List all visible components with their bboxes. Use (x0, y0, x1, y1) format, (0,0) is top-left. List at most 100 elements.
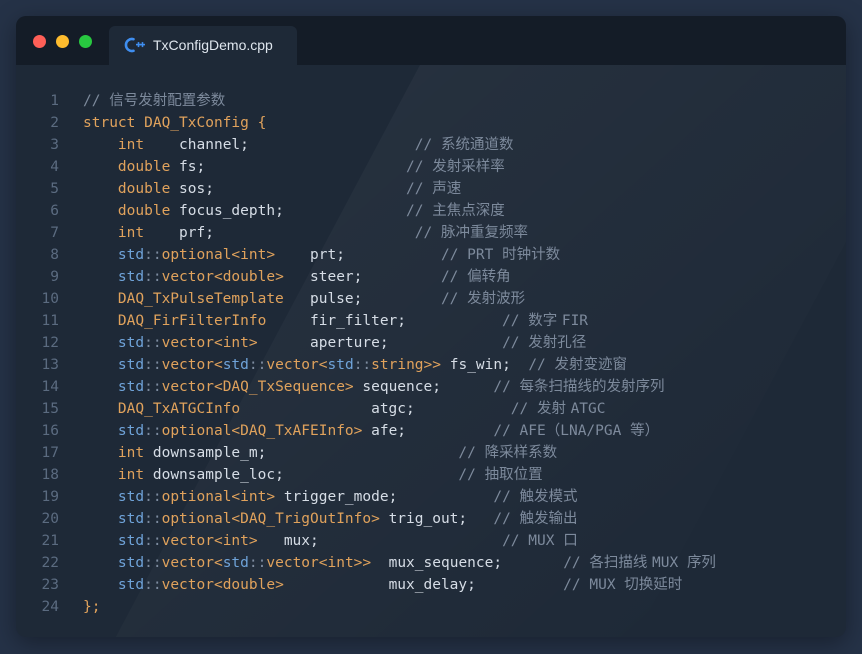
code-token: std (222, 357, 249, 373)
code-token: :: (144, 577, 162, 593)
code-text: std::vector<std::vector<int>> mux_sequen… (83, 552, 716, 574)
code-text: std::vector<int> aperture; // 发射孔径 (83, 332, 586, 354)
code-line: 19 std::optional<int> trigger_mode; // 触… (16, 486, 846, 508)
code-text: DAQ_TxATGCInfo atgc; // 发射 ATGC (83, 398, 606, 420)
code-line: 10 DAQ_TxPulseTemplate pulse; // 发射波形 (16, 288, 846, 310)
code-token: vector<int>> (266, 555, 372, 571)
code-token: 切换延时 (624, 577, 683, 593)
code-token: trig_out; (379, 511, 494, 527)
close-window-button[interactable] (33, 35, 46, 48)
code-token: std (222, 555, 249, 571)
code-token: // (440, 291, 468, 307)
code-token: // (406, 159, 433, 175)
code-token: :: (144, 247, 162, 263)
code-token: DAQ_TxPulseTemplate (117, 291, 284, 307)
code-token: 数字 (528, 313, 562, 329)
code-token: int (117, 467, 145, 483)
code-text: int prf; // 脉冲重复频率 (83, 222, 528, 244)
line-number: 17 (41, 445, 59, 461)
code-token: vector< (161, 555, 223, 571)
line-number: 24 (41, 599, 59, 615)
code-token: PRT (467, 247, 503, 263)
line-number: 2 (50, 115, 59, 131)
code-token: 每条扫描线的发射序列 (519, 379, 665, 395)
code-text: DAQ_TxPulseTemplate pulse; // 发射波形 (83, 288, 525, 310)
code-line: 4 double fs; // 发射采样率 (16, 156, 846, 178)
code-token: std (117, 335, 145, 351)
editor-window: TxConfigDemo.cpp 1 // 信号发射配置参数 2 struct DAQ… (16, 16, 846, 637)
tab-filename: TxConfigDemo.cpp (153, 37, 273, 53)
code-token: :: (144, 555, 162, 571)
code-token: :: (144, 423, 162, 439)
code-token: double (117, 159, 171, 175)
code-line: 14 std::vector<DAQ_TxSequence> sequence;… (16, 376, 846, 398)
line-number: 6 (50, 203, 59, 219)
code-token: mux_delay; (283, 577, 564, 593)
code-token: // (502, 313, 529, 329)
code-area[interactable]: 1 // 信号发射配置参数 2 struct DAQ_TxConfig {3 int … (16, 90, 846, 618)
code-token: // (458, 467, 485, 483)
code-token: std (117, 555, 145, 571)
code-token: MUX (528, 533, 564, 549)
code-token: 主焦点深度 (432, 203, 505, 219)
code-token: string>> (371, 357, 441, 373)
code-token: // (502, 335, 529, 351)
code-text: std::vector<double> mux_delay; // MUX 切换… (83, 574, 682, 596)
code-token: 脉冲重复频率 (440, 225, 528, 241)
file-tab[interactable]: TxConfigDemo.cpp (109, 26, 297, 65)
code-text: }; (83, 596, 100, 618)
line-number: 5 (50, 181, 59, 197)
line-number: 22 (41, 555, 59, 571)
code-text: int channel; // 系统通道数 (83, 134, 514, 156)
code-token: 系统通道数 (440, 137, 514, 153)
code-line: 2 struct DAQ_TxConfig { (16, 112, 846, 134)
code-line: 9 std::vector<double> steer; // 偏转角 (16, 266, 846, 288)
code-token: MUX (652, 555, 687, 571)
code-token: }; (83, 599, 101, 615)
code-token: fir_filter; (266, 313, 503, 329)
code-line: 3 int channel; // 系统通道数 (16, 134, 846, 156)
code-token: // (493, 489, 520, 505)
code-token: aperture; (257, 335, 503, 351)
code-text: int downsample_loc; // 抽取位置 (83, 464, 543, 486)
code-token: downsample_loc; (144, 467, 459, 483)
code-token: :: (144, 489, 162, 505)
code-token: mux_sequence; (371, 555, 564, 571)
code-token: // (440, 269, 468, 285)
line-number: 20 (41, 511, 59, 527)
code-token: int (117, 225, 145, 241)
code-token: 发射变迹窗 (554, 357, 628, 373)
code-line: 21 std::vector<int> mux; // MUX 口 (16, 530, 846, 552)
maximize-window-button[interactable] (79, 35, 92, 48)
code-token: optional<DAQ_TxAFEInfo> (161, 423, 363, 439)
code-token: int (117, 445, 145, 461)
code-text: struct DAQ_TxConfig { (83, 112, 266, 134)
code-line: 11 DAQ_FirFilterInfo fir_filter; // 数字 F… (16, 310, 846, 332)
cpp-file-icon (124, 37, 145, 53)
code-line: 8 std::optional<int> prt; // PRT 时钟计数 (16, 244, 846, 266)
code-token: :: (248, 555, 267, 571)
code-token: afe; (362, 423, 494, 439)
code-text: int downsample_m; // 降采样系数 (83, 442, 557, 464)
minimize-window-button[interactable] (56, 35, 69, 48)
code-token: :: (144, 335, 162, 351)
code-token: double (117, 203, 171, 219)
code-line: 17 int downsample_m; // 降采样系数 (16, 442, 846, 464)
code-token: :: (144, 357, 162, 373)
code-token: steer; (283, 269, 441, 285)
code-token: vector<double> (161, 269, 284, 285)
code-token: 声速 (432, 181, 462, 197)
code-token: 等） (630, 423, 660, 439)
code-token: sos; (170, 181, 407, 197)
code-token: prt; (275, 247, 441, 263)
code-token: std (117, 423, 145, 439)
line-number: 16 (41, 423, 59, 439)
line-number: 15 (41, 401, 59, 417)
